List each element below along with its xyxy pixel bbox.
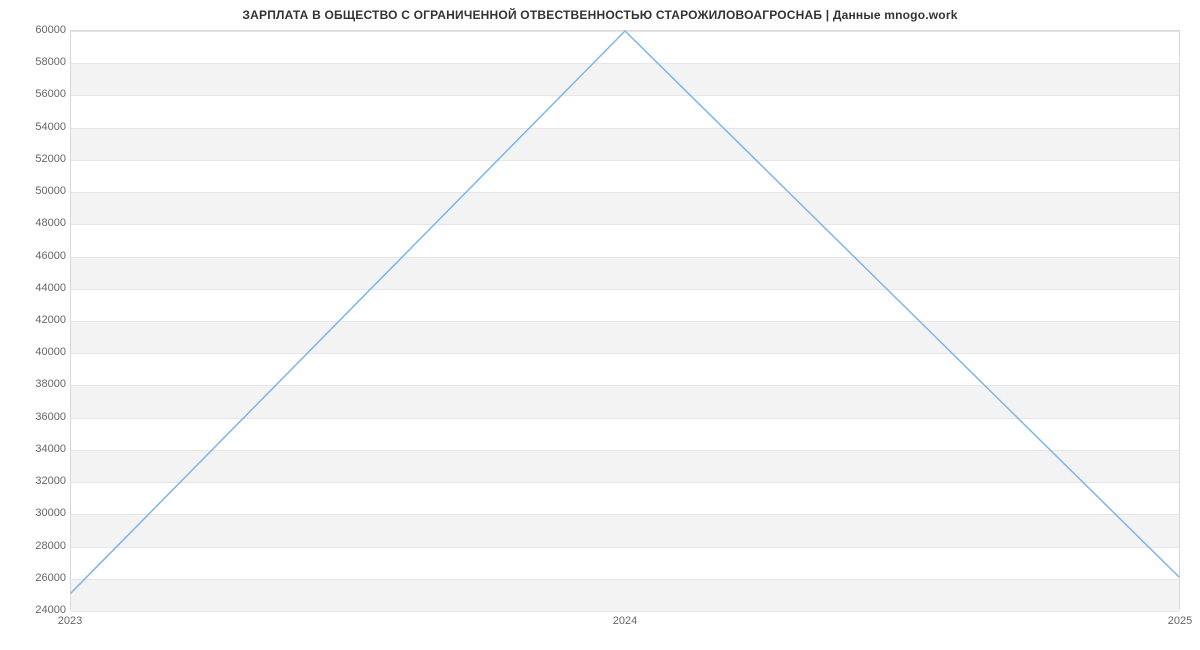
y-tick-label: 58000 <box>6 56 66 68</box>
y-tick-label: 52000 <box>6 153 66 165</box>
gridline <box>71 611 1179 612</box>
y-tick-label: 34000 <box>6 443 66 455</box>
y-tick-label: 32000 <box>6 475 66 487</box>
series-line <box>71 31 1179 593</box>
line-series <box>71 31 1179 609</box>
y-tick-label: 48000 <box>6 217 66 229</box>
x-tick-label: 2024 <box>613 615 637 627</box>
y-tick-label: 38000 <box>6 378 66 390</box>
x-tick-label: 2025 <box>1168 615 1192 627</box>
x-tick-label: 2023 <box>58 615 82 627</box>
y-tick-label: 28000 <box>6 540 66 552</box>
y-tick-label: 36000 <box>6 411 66 423</box>
chart-container: ЗАРПЛАТА В ОБЩЕСТВО С ОГРАНИЧЕННОЙ ОТВЕС… <box>0 0 1200 650</box>
y-tick-label: 60000 <box>6 24 66 36</box>
y-tick-label: 40000 <box>6 346 66 358</box>
y-tick-label: 46000 <box>6 250 66 262</box>
plot-area <box>70 30 1180 610</box>
y-tick-label: 30000 <box>6 507 66 519</box>
chart-title: ЗАРПЛАТА В ОБЩЕСТВО С ОГРАНИЧЕННОЙ ОТВЕС… <box>0 0 1200 22</box>
y-tick-label: 50000 <box>6 185 66 197</box>
y-tick-label: 54000 <box>6 121 66 133</box>
y-tick-label: 42000 <box>6 314 66 326</box>
y-tick-label: 56000 <box>6 88 66 100</box>
y-tick-label: 26000 <box>6 572 66 584</box>
y-tick-label: 44000 <box>6 282 66 294</box>
